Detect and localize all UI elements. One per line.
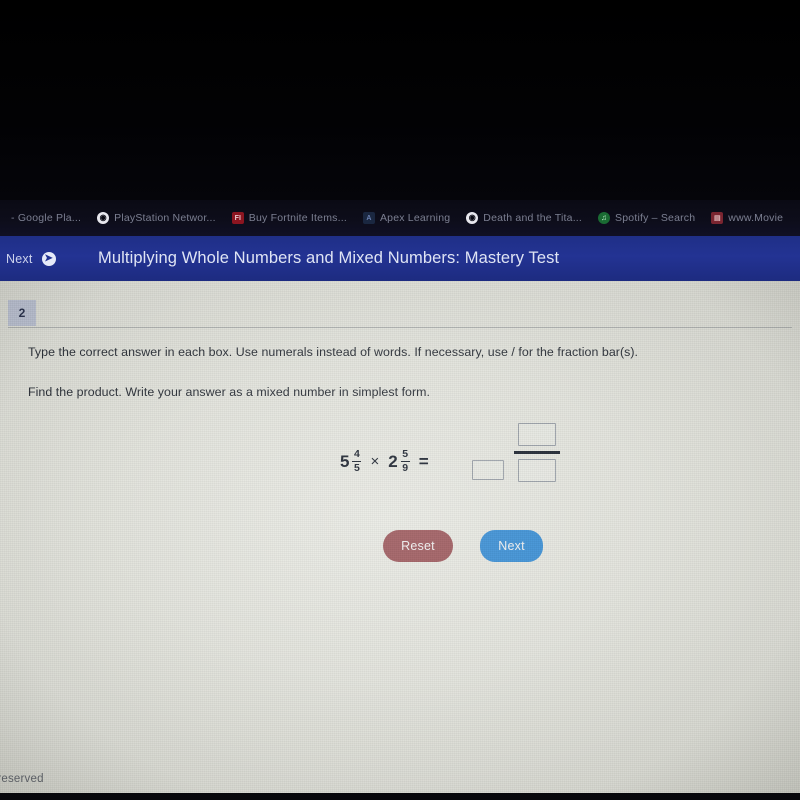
bookmark-item-apex-learning[interactable]: A Apex Learning [362,212,451,224]
bookmarks-bar[interactable]: - Google Pla... ◉ PlayStation Networ... … [0,200,800,236]
bookmark-item-playstation-network[interactable]: ◉ PlayStation Networ... [97,212,216,224]
arrow-right-circle-icon: ➤ [41,251,56,266]
instruction-line-2: Find the product. Write your answer as a… [28,385,431,399]
bookmark-item-buy-fortnite-items[interactable]: FI Buy Fortnite Items... [231,212,347,224]
header-next-label: Next [6,251,33,266]
answer-denominator-input[interactable] [518,458,556,482]
screenshot-root: - Google Pla... ◉ PlayStation Networ... … [0,0,800,800]
bookmark-item-spotify-search[interactable]: ♫ Spotify – Search [598,212,695,224]
spotify-icon: ♫ [598,212,611,224]
answer-numerator-input[interactable] [518,423,556,446]
operand-one-fraction: 4 5 [352,448,362,475]
operand-two: 2 5 9 [388,448,410,475]
header-next-button[interactable]: Next ➤ [0,251,78,266]
answer-fraction-group [514,423,560,482]
operand-two-whole: 2 [388,451,398,471]
operand-two-numerator: 5 [402,448,409,460]
bookmark-item-movies[interactable]: ▤ www.Movie [711,212,783,224]
multiplication-operator: × [370,453,380,471]
bookmark-label: www.Movie [728,212,784,224]
dark-bezel-top [0,0,800,200]
action-buttons: Reset Next [383,530,543,562]
reset-button[interactable]: Reset [383,530,453,562]
playstation-icon: ◉ [97,212,110,224]
operand-one-denominator: 5 [354,462,360,475]
operand-two-denominator: 9 [402,462,409,475]
epic-games-icon: FI [231,212,244,224]
next-button[interactable]: Next [480,530,543,562]
movie-icon: ▤ [711,212,724,224]
answer-fraction-bar [514,451,560,454]
question-number-badge: 2 [8,300,36,326]
equals-sign: = [418,451,429,471]
bookmark-label: Death and the Tita... [483,212,583,224]
math-expression: 5 4 5 × 2 5 9 = [340,448,429,475]
bookmark-item-google-play[interactable]: - Google Pla... [0,212,81,224]
operand-one-whole: 5 [340,451,350,471]
bookmark-label: Spotify – Search [615,212,696,224]
bookmark-label: PlayStation Networ... [114,212,216,224]
bookmark-label: Apex Learning [379,212,451,224]
answer-whole-input[interactable] [472,460,504,481]
instruction-line-1: Type the correct answer in each box. Use… [28,345,639,359]
globe-icon: ◉ [466,212,479,224]
dark-bezel-bottom [0,793,800,800]
header-divider [8,327,792,328]
bookmark-label: Buy Fortnite Items... [248,212,347,224]
content-panel: 2 Type the correct answer in each box. U… [0,281,800,800]
bookmark-label: - Google Pla... [11,212,82,224]
answer-inputs [472,423,560,482]
apex-learning-icon: A [362,212,375,224]
bookmark-item-death-and-the-titanic[interactable]: ◉ Death and the Tita... [466,212,582,224]
page-title: Multiplying Whole Numbers and Mixed Numb… [98,249,560,267]
operand-one: 5 4 5 [340,448,362,475]
plain-icon [0,212,6,224]
operand-one-numerator: 4 [354,448,360,460]
app-header: Next ➤ Multiplying Whole Numbers and Mix… [0,236,800,281]
copyright-footer: hts reserved [0,773,44,785]
operand-two-fraction: 5 9 [400,448,410,475]
